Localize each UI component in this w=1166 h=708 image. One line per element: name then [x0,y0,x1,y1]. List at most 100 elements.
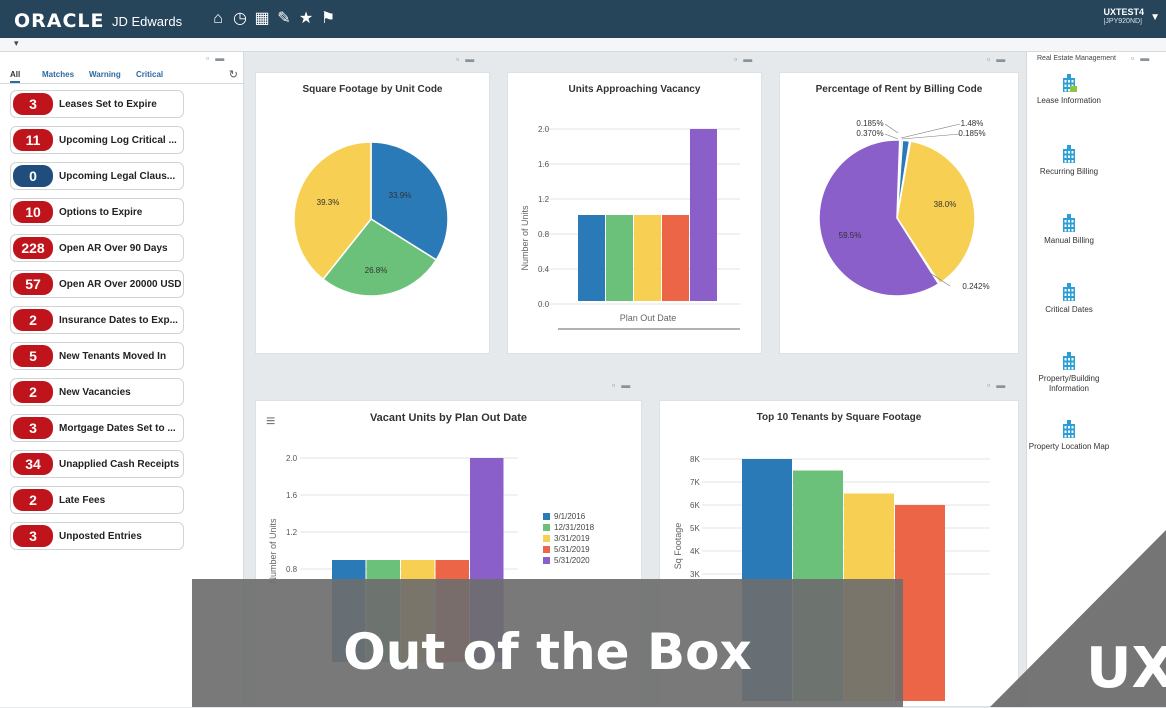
legend-swatch [543,557,550,564]
chart-icon[interactable]: ▦ [253,10,271,28]
slice-label: 39.3% [317,198,340,207]
alert-count-badge: 2 [13,489,53,511]
user-menu[interactable]: UXTEST4 [JPY920ND] [1103,7,1144,27]
leader-line [884,123,899,134]
y-tick-label: 2.0 [286,454,298,463]
springboard-item[interactable]: Manual Billing [1027,214,1111,246]
alert-label: Upcoming Log Critical ... [59,135,177,146]
tab-warning[interactable]: Warning [89,70,121,79]
window-controls[interactable]: ▫▬ [987,380,1011,390]
springboard-item[interactable]: Property/Building Information [1027,352,1111,394]
y-tick-label: 1.2 [538,195,550,204]
y-tick-label: 1.2 [286,528,298,537]
slice-label: 0.242% [962,282,989,291]
alert-count-badge: 0 [13,165,53,187]
legend-label: 3/31/2019 [554,534,590,543]
chart-units-approaching-vacancy: Units Approaching Vacancy 2.0 1.6 1.2 0.8 0.… [507,72,762,354]
alert-tile[interactable]: 3 Mortgage Dates Set to ... [10,414,184,442]
slice-label: 26.8% [365,266,388,275]
alert-tile[interactable]: 2 Insurance Dates to Exp... [10,306,184,334]
alert-tile[interactable]: 2 Late Fees [10,486,184,514]
legend-label: 5/31/2019 [554,545,590,554]
y-tick-label: 8K [690,455,700,464]
bar[interactable] [578,215,605,301]
window-controls[interactable]: ▫▬ [612,380,636,390]
history-icon[interactable]: ◷ [231,10,249,28]
home-icon[interactable]: ⌂ [209,10,227,28]
legend-swatch [543,513,550,520]
legend-swatch [543,546,550,553]
flag-icon[interactable]: ⚑ [319,10,337,28]
product-name: JD Edwards [112,14,183,29]
y-tick-label: 2.0 [538,125,550,134]
window-controls[interactable]: ▫▬ [734,54,758,64]
y-axis-label: Number of Units [268,518,278,584]
alert-tile[interactable]: 0 Upcoming Legal Claus... [10,162,184,190]
alert-tile[interactable]: 5 New Tenants Moved In [10,342,184,370]
springboard-item-label: Manual Billing [1044,236,1094,245]
environment-label: [JPY920ND] [1103,18,1143,25]
edit-icon[interactable]: ✎ [275,10,293,28]
alert-tile[interactable]: 228 Open AR Over 90 Days [10,234,184,262]
leader-line [901,133,961,140]
springboard-title: Real Estate Management [1037,55,1116,62]
star-icon[interactable]: ★ [297,10,315,28]
refresh-icon[interactable]: ↻ [229,68,238,81]
alert-tile[interactable]: 57 Open AR Over 20000 USD [10,270,184,298]
building-icon [1063,74,1077,92]
top-navigation-bar: ORACLE JD Edwards ⌂ ◷ ▦ ✎ ★ ⚑ UXTEST4 [J… [0,0,1166,38]
building-icon [1063,283,1075,301]
y-tick-label: 3K [690,570,700,579]
tab-matches[interactable]: Matches [42,70,74,79]
springboard-item-label: Critical Dates [1045,305,1093,314]
overlay-banner: Out of the Box [192,579,903,707]
y-tick-label: 1.6 [538,160,550,169]
tab-critical[interactable]: Critical [136,70,163,79]
alert-count-badge: 10 [13,201,53,223]
leader-line [884,133,899,140]
y-tick-label: 6K [690,501,700,510]
tab-all[interactable]: All [10,70,21,83]
overlay-left-text: Out of the Box [343,623,752,681]
alert-tile[interactable]: 3 Leases Set to Expire [10,90,184,118]
y-tick-label: 5K [690,524,700,533]
bar[interactable] [606,215,633,301]
alert-tile[interactable]: 11 Upcoming Log Critical ... [10,126,184,154]
springboard-item[interactable]: Critical Dates [1027,283,1111,315]
y-tick-label: 0.8 [286,565,298,574]
building-icon [1063,214,1075,232]
alert-tile[interactable]: 2 New Vacancies [10,378,184,406]
window-controls[interactable]: ▫▬ [987,54,1011,64]
bar[interactable] [634,215,661,301]
alert-tile[interactable]: 10 Options to Expire [10,198,184,226]
bar[interactable] [690,129,717,301]
alert-tile[interactable]: 3 Unposted Entries [10,522,184,550]
window-controls[interactable]: ▫▬ [1131,53,1155,63]
alert-count-badge: 2 [13,309,53,331]
bar-chart: 2.0 1.6 1.2 0.8 0.4 0.0 Number of Units Plan Ou… [520,125,740,330]
alert-tile[interactable]: 34 Unapplied Cash Receipts [10,450,184,478]
watchlist-tabs: All Matches Warning Critical ↻ [0,66,244,84]
springboard-item[interactable]: Recurring Billing [1027,145,1111,177]
slice-label: 1.48% [961,119,984,128]
bar[interactable] [662,215,689,301]
alert-label: Leases Set to Expire [59,99,157,110]
user-caret-icon[interactable]: ▼ [1150,12,1160,23]
slice-label: 0.185% [856,119,883,128]
alert-count-badge: 2 [13,381,53,403]
legend-label: 5/31/2020 [554,556,590,565]
alert-label: New Vacancies [59,387,131,398]
springboard-item[interactable]: Property Location Map [1027,420,1111,452]
window-controls[interactable]: ▫▬ [206,53,230,63]
pie-chart: 0.185%0.370%1.48%0.185%38.0%0.242%59.5% [818,119,990,297]
springboard-item[interactable]: Lease Information [1027,74,1111,106]
dropdown-icon[interactable]: ▾ [14,38,19,49]
window-controls[interactable]: ▫▬ [456,54,480,64]
y-tick-label: 0.4 [538,265,550,274]
overlay-right-text: UX [1086,636,1166,701]
y-tick-label: 0.0 [538,300,550,309]
alert-label: Insurance Dates to Exp... [59,315,178,326]
springboard-item-label: Recurring Billing [1039,167,1099,176]
y-tick-label: 7K [690,478,700,487]
x-axis-label: Plan Out Date [620,313,677,323]
